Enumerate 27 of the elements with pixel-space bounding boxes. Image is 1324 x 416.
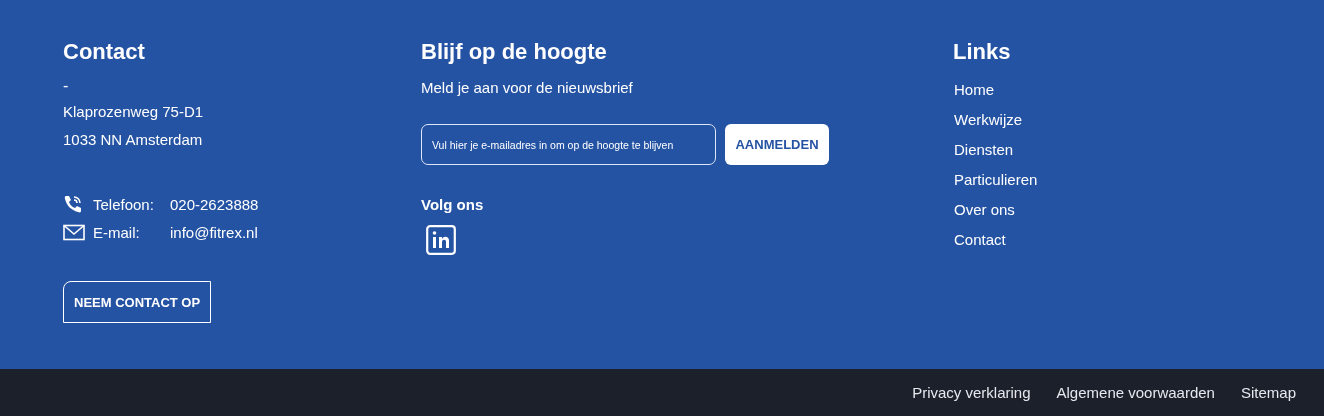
footer-link[interactable]: Werkwijze: [953, 110, 1023, 130]
address-line: Klaprozenweg 75-D1: [63, 103, 204, 120]
mail-icon: [63, 223, 85, 241]
footer-link[interactable]: Home: [953, 80, 994, 100]
footer-link[interactable]: Contact: [953, 230, 1006, 250]
footer-link[interactable]: Over ons: [953, 200, 1015, 220]
follow-heading: Volg ons: [421, 196, 484, 213]
subscribe-button[interactable]: AANMELDEN: [725, 124, 829, 165]
contact-heading: Contact: [63, 38, 146, 66]
footer-link[interactable]: Diensten: [953, 140, 1014, 160]
bottom-link[interactable]: Algemene voorwaarden: [1056, 384, 1215, 401]
email-field[interactable]: Vul hier je e-mailadres in om op de hoogte te blijven: [421, 124, 716, 165]
linkedin-icon[interactable]: [426, 225, 456, 255]
detail-value: 020-2623888: [170, 195, 259, 213]
address-line: 1033 NN Amsterdam: [63, 131, 203, 148]
newsletter-text: Meld je aan voor de nieuwsbrief: [421, 79, 633, 96]
dash-text: -: [63, 77, 69, 94]
detail-label: E-mail:: [93, 223, 141, 241]
detail-value: info@fitrex.nl: [170, 223, 258, 241]
footer-link[interactable]: Particulieren: [953, 170, 1038, 190]
newsletter-heading: Blijf op de hoogte: [421, 38, 608, 66]
bottom-link[interactable]: Privacy verklaring: [912, 384, 1031, 401]
detail-label: Telefoon:: [93, 195, 155, 213]
phone-icon: [63, 195, 83, 213]
bottom-link[interactable]: Sitemap: [1240, 384, 1296, 401]
links-heading: Links: [953, 38, 1012, 66]
contact-button[interactable]: NEEM CONTACT OP: [63, 281, 212, 323]
